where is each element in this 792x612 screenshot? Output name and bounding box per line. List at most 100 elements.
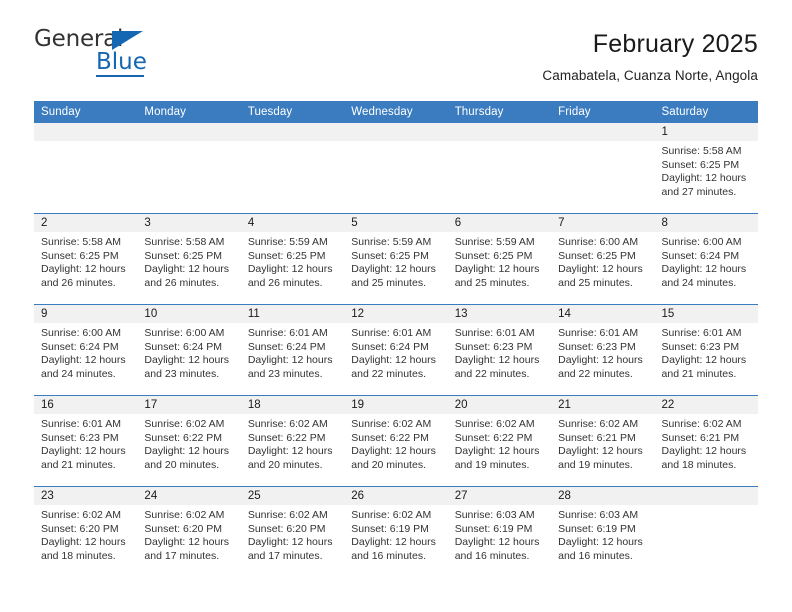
calendar-cell-empty	[137, 123, 241, 214]
sunset-text: Sunset: 6:22 PM	[351, 431, 429, 444]
sunrise-text: Sunrise: 6:02 AM	[41, 509, 121, 521]
weekday-header-saturday: Saturday	[654, 101, 758, 123]
sunrise-text: Sunrise: 5:58 AM	[41, 236, 121, 248]
day-details: Sunrise: 5:59 AM Sunset: 6:25 PM Daylight:…	[448, 232, 551, 290]
sunrise-text: Sunrise: 6:01 AM	[558, 327, 639, 339]
calendar-day-cell[interactable]: 13 Sunrise: 6:01 AM Sunset: 6:23 PM Dayligh…	[447, 304, 552, 396]
day-details: Sunrise: 6:01 AM Sunset: 6:23 PM Daylight:…	[551, 323, 654, 381]
sunset-text: Sunset: 6:25 PM	[558, 249, 636, 262]
day-details: Sunrise: 6:00 AM Sunset: 6:24 PM Daylight:…	[34, 323, 137, 381]
sunrise-text: Sunrise: 6:02 AM	[454, 418, 535, 430]
day-details: Sunrise: 6:02 AM Sunset: 6:19 PM Daylight:…	[344, 505, 447, 563]
logo-underline	[96, 75, 144, 77]
day-details: Sunrise: 6:02 AM Sunset: 6:20 PM Daylight:…	[137, 505, 240, 563]
day-number	[240, 123, 345, 141]
calendar-day-cell[interactable]: 17 Sunrise: 6:02 AM Sunset: 6:22 PM Dayligh…	[137, 395, 241, 487]
calendar-day-cell[interactable]: 2 Sunrise: 5:58 AM Sunset: 6:25 PM Daylight…	[34, 213, 138, 305]
day-number: 3	[137, 214, 241, 232]
calendar-day-cell[interactable]: 21 Sunrise: 6:02 AM Sunset: 6:21 PM Dayligh…	[551, 395, 655, 487]
calendar-day-cell[interactable]: 11 Sunrise: 6:01 AM Sunset: 6:24 PM Dayligh…	[240, 304, 345, 396]
calendar-day-cell[interactable]: 20 Sunrise: 6:02 AM Sunset: 6:22 PM Dayligh…	[447, 395, 552, 487]
calendar-day-cell[interactable]: 12 Sunrise: 6:01 AM Sunset: 6:24 PM Dayligh…	[344, 304, 448, 396]
sunset-text: Sunset: 6:21 PM	[558, 431, 636, 444]
day-details: Sunrise: 6:02 AM Sunset: 6:22 PM Daylight:…	[344, 414, 447, 472]
calendar-day-cell[interactable]: 3 Sunrise: 5:58 AM Sunset: 6:25 PM Daylight…	[137, 213, 241, 305]
sunset-text: Sunset: 6:20 PM	[41, 522, 119, 535]
page-title: February 2025	[592, 30, 758, 58]
logo-text-blue: Blue	[96, 49, 147, 75]
calendar-day-cell[interactable]: 8 Sunrise: 6:00 AM Sunset: 6:24 PM Daylight…	[654, 213, 758, 305]
calendar-day-cell[interactable]: 7 Sunrise: 6:00 AM Sunset: 6:25 PM Daylight…	[551, 213, 655, 305]
sunrise-text: Sunrise: 6:01 AM	[661, 327, 742, 339]
general-blue-logo[interactable]: General Blue	[34, 28, 194, 84]
daylight-text: Daylight: 12 hours and 24 minutes.	[661, 263, 747, 289]
sunset-text: Sunset: 6:24 PM	[41, 340, 119, 353]
day-details: Sunrise: 6:02 AM Sunset: 6:20 PM Daylight:…	[241, 505, 344, 563]
day-number: 4	[240, 214, 345, 232]
calendar-day-cell[interactable]: 15 Sunrise: 6:01 AM Sunset: 6:23 PM Dayligh…	[654, 304, 758, 396]
day-number: 7	[551, 214, 655, 232]
sunset-text: Sunset: 6:19 PM	[454, 522, 533, 535]
calendar-day-cell[interactable]: 9 Sunrise: 6:00 AM Sunset: 6:24 PM Daylight…	[34, 304, 138, 396]
calendar-day-cell[interactable]: 6 Sunrise: 5:59 AM Sunset: 6:25 PM Daylight…	[447, 213, 552, 305]
day-number	[654, 487, 758, 505]
sunset-text: Sunset: 6:25 PM	[144, 249, 223, 262]
calendar-day-cell[interactable]: 18 Sunrise: 6:02 AM Sunset: 6:22 PM Dayligh…	[240, 395, 345, 487]
weekday-header-wednesday: Wednesday	[344, 101, 448, 123]
sunset-text: Sunset: 6:23 PM	[41, 431, 119, 444]
calendar-week-row: 2 Sunrise: 5:58 AM Sunset: 6:25 PM Daylight…	[34, 213, 758, 305]
calendar-day-cell[interactable]: 24 Sunrise: 6:02 AM Sunset: 6:20 PM Dayligh…	[137, 486, 241, 577]
sunrise-text: Sunrise: 6:02 AM	[558, 418, 639, 430]
day-details: Sunrise: 6:02 AM Sunset: 6:21 PM Daylight:…	[551, 414, 654, 472]
daylight-text: Daylight: 12 hours and 20 minutes.	[247, 445, 333, 471]
daylight-text: Daylight: 12 hours and 25 minutes.	[454, 263, 540, 289]
calendar-cell-empty	[34, 123, 138, 214]
sunset-text: Sunset: 6:25 PM	[41, 249, 119, 262]
calendar-day-cell[interactable]: 22 Sunrise: 6:02 AM Sunset: 6:21 PM Dayligh…	[654, 395, 758, 487]
day-details: Sunrise: 6:01 AM Sunset: 6:24 PM Daylight:…	[241, 323, 344, 381]
calendar-day-cell[interactable]: 16 Sunrise: 6:01 AM Sunset: 6:23 PM Dayligh…	[34, 395, 138, 487]
calendar-day-cell[interactable]: 25 Sunrise: 6:02 AM Sunset: 6:20 PM Dayligh…	[240, 486, 345, 577]
day-details: Sunrise: 6:02 AM Sunset: 6:21 PM Daylight:…	[655, 414, 758, 472]
sunrise-text: Sunrise: 6:02 AM	[144, 509, 225, 521]
calendar-week-row: 9 Sunrise: 6:00 AM Sunset: 6:24 PM Daylight…	[34, 304, 758, 396]
day-number: 6	[447, 214, 552, 232]
day-number	[551, 123, 655, 141]
sunrise-text: Sunrise: 6:03 AM	[454, 509, 535, 521]
sunset-text: Sunset: 6:24 PM	[661, 249, 740, 262]
calendar-day-cell[interactable]: 28 Sunrise: 6:03 AM Sunset: 6:19 PM Dayligh…	[551, 486, 655, 577]
calendar-day-cell[interactable]: 4 Sunrise: 5:59 AM Sunset: 6:25 PM Daylight…	[240, 213, 345, 305]
page-header: General Blue February 2025 Camabatela, C…	[0, 0, 792, 96]
calendar-day-cell[interactable]: 14 Sunrise: 6:01 AM Sunset: 6:23 PM Dayligh…	[551, 304, 655, 396]
location-subtitle: Camabatela, Cuanza Norte, Angola	[542, 67, 758, 83]
sunrise-text: Sunrise: 6:00 AM	[41, 327, 121, 339]
daylight-text: Daylight: 12 hours and 16 minutes.	[454, 536, 540, 562]
day-details: Sunrise: 6:00 AM Sunset: 6:24 PM Daylight:…	[655, 232, 758, 290]
calendar-day-cell[interactable]: 23 Sunrise: 6:02 AM Sunset: 6:20 PM Dayligh…	[34, 486, 138, 577]
calendar-day-cell[interactable]: 1 Sunrise: 5:58 AM Sunset: 6:25 PM Daylight…	[654, 123, 758, 214]
daylight-text: Daylight: 12 hours and 17 minutes.	[144, 536, 230, 562]
sunrise-text: Sunrise: 6:02 AM	[247, 418, 328, 430]
calendar-day-cell[interactable]: 26 Sunrise: 6:02 AM Sunset: 6:19 PM Dayligh…	[344, 486, 448, 577]
day-number	[137, 123, 241, 141]
daylight-text: Daylight: 12 hours and 17 minutes.	[247, 536, 333, 562]
calendar-cell-empty	[240, 123, 345, 214]
day-details: Sunrise: 5:59 AM Sunset: 6:25 PM Daylight:…	[241, 232, 344, 290]
weekday-header-row: Sunday Monday Tuesday Wednesday Thursday Frid…	[34, 101, 758, 123]
day-number: 17	[137, 396, 241, 414]
calendar-day-cell[interactable]: 19 Sunrise: 6:02 AM Sunset: 6:22 PM Dayligh…	[344, 395, 448, 487]
sunrise-text: Sunrise: 6:03 AM	[558, 509, 639, 521]
day-details: Sunrise: 5:58 AM Sunset: 6:25 PM Daylight:…	[137, 232, 240, 290]
daylight-text: Daylight: 12 hours and 24 minutes.	[41, 354, 126, 380]
daylight-text: Daylight: 12 hours and 20 minutes.	[144, 445, 230, 471]
sunrise-text: Sunrise: 6:00 AM	[144, 327, 225, 339]
daylight-text: Daylight: 12 hours and 27 minutes.	[661, 172, 747, 198]
calendar-day-cell[interactable]: 10 Sunrise: 6:00 AM Sunset: 6:24 PM Dayligh…	[137, 304, 241, 396]
calendar-cell-empty	[447, 123, 552, 214]
sunset-text: Sunset: 6:22 PM	[247, 431, 326, 444]
daylight-text: Daylight: 12 hours and 21 minutes.	[41, 445, 126, 471]
calendar-cell-empty	[344, 123, 448, 214]
calendar-day-cell[interactable]: 27 Sunrise: 6:03 AM Sunset: 6:19 PM Dayligh…	[447, 486, 552, 577]
sunrise-text: Sunrise: 6:01 AM	[454, 327, 535, 339]
calendar-day-cell[interactable]: 5 Sunrise: 5:59 AM Sunset: 6:25 PM Daylight…	[344, 213, 448, 305]
